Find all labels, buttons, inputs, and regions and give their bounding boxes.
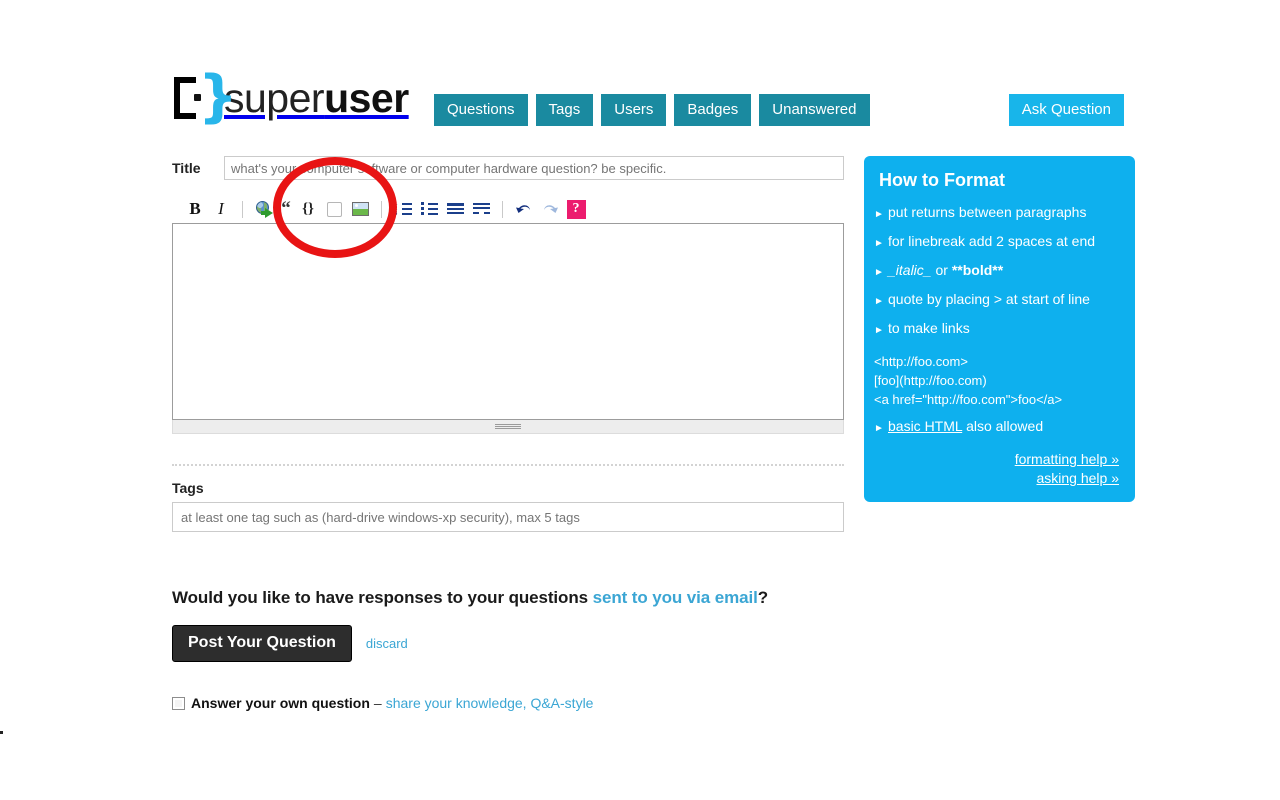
blockquote-icon[interactable]: “ xyxy=(277,198,295,220)
how-to-format-panel: How to Format ► put returns between parag… xyxy=(864,156,1135,502)
italic-icon[interactable]: I xyxy=(208,198,234,220)
basic-html-rest: also allowed xyxy=(966,418,1044,434)
markdown-editor: B I “ {} 1 2 3 ? xyxy=(172,195,844,434)
image-icon[interactable] xyxy=(347,198,373,220)
ask-question-form: Title B I “ {} xyxy=(172,156,844,711)
ask-question-button[interactable]: Ask Question xyxy=(1008,94,1124,126)
discard-link[interactable]: discard xyxy=(366,636,408,651)
toolbar-separator-3 xyxy=(502,200,503,218)
bullet-arrow-icon: ► xyxy=(874,296,884,307)
answer-own-question-dash: – xyxy=(373,695,382,711)
help-links: formatting help » asking help » xyxy=(874,450,1119,488)
how-to-format-list: ► put returns between paragraphs ► for lin… xyxy=(874,199,1119,344)
logo-text: superuser xyxy=(224,74,409,121)
format-tip-5: ► to make links xyxy=(874,315,1119,344)
format-tip-3: ►_italic_ or **bold**_italic_ or **bold*… xyxy=(874,257,1119,286)
toolbar-separator-1 xyxy=(242,200,243,218)
link-syntax-examples: <http://foo.com> [foo](http://foo.com) <… xyxy=(874,352,1119,409)
format-tip-2-text: for linebreak add 2 spaces at end xyxy=(888,233,1096,249)
bullet-arrow-icon: ► xyxy=(874,209,884,220)
bullet-arrow-icon: ► xyxy=(874,238,884,249)
post-row: Post Your Question discard xyxy=(172,625,844,662)
help-icon[interactable]: ? xyxy=(563,198,589,220)
format-tip-6: ► basic HTML also allowed xyxy=(874,413,1119,442)
tags-input[interactable] xyxy=(172,502,844,532)
bullet-arrow-icon: ► xyxy=(874,325,884,336)
title-input[interactable] xyxy=(224,156,844,180)
answer-own-question-link[interactable]: share your knowledge, Q&A-style xyxy=(386,695,594,711)
help-icon-label: ? xyxy=(566,199,586,219)
undo-icon[interactable] xyxy=(511,198,537,220)
answer-own-question-row: Answer your own question – share your kn… xyxy=(172,695,844,711)
format-tip-4: ► quote by placing > at start of line xyxy=(874,286,1119,315)
bold-icon[interactable]: B xyxy=(182,198,208,220)
email-notice-link[interactable]: sent to you via email xyxy=(593,588,758,607)
edge-mark xyxy=(0,731,3,734)
site-header: } superuser Questions Tags Users Badges … xyxy=(172,69,1128,126)
horizontal-rule-icon[interactable] xyxy=(468,198,494,220)
format-tip-3-italic: _italic_ xyxy=(888,262,932,278)
heading-icon[interactable] xyxy=(442,198,468,220)
email-notice-suffix: ? xyxy=(757,588,769,607)
sidebar: How to Format ► put returns between parag… xyxy=(864,156,1135,502)
link-syntax-2: [foo](http://foo.com) xyxy=(874,373,987,388)
formatting-help-link[interactable]: formatting help » xyxy=(874,450,1119,469)
email-notice: Would you like to have responses to your… xyxy=(172,588,844,608)
blank-box-icon[interactable] xyxy=(321,198,347,220)
logo-text-suffix: user xyxy=(324,74,409,121)
email-notice-prefix: Would you like to have responses to your… xyxy=(172,588,593,607)
code-icon[interactable]: {} xyxy=(295,198,321,220)
question-body-textarea[interactable] xyxy=(172,223,844,420)
link-syntax-3: <a href="http://foo.com">foo</a> xyxy=(874,392,1063,407)
format-tip-1: ► put returns between paragraphs xyxy=(874,199,1119,228)
nav-tags[interactable]: Tags xyxy=(535,94,594,126)
basic-html-link[interactable]: basic HTML xyxy=(888,418,962,434)
section-divider xyxy=(172,464,844,466)
link-syntax-1: <http://foo.com> xyxy=(874,354,968,369)
bullet-arrow-icon: ► xyxy=(874,267,884,278)
format-tip-4-text: quote by placing > at start of line xyxy=(888,291,1090,307)
bulleted-list-icon[interactable] xyxy=(416,198,442,220)
site-logo[interactable]: } superuser xyxy=(172,69,409,125)
format-tip-3-bold: **bold** xyxy=(951,262,1004,278)
tags-label: Tags xyxy=(172,480,204,496)
nav-questions[interactable]: Questions xyxy=(434,94,528,126)
nav-users[interactable]: Users xyxy=(601,94,667,126)
logo-text-prefix: super xyxy=(224,74,325,121)
page-root: } superuser Questions Tags Users Badges … xyxy=(0,0,1280,800)
post-question-button[interactable]: Post Your Question xyxy=(172,625,352,662)
format-tip-5-text: to make links xyxy=(888,320,970,336)
bracket-brace-logo-icon: } xyxy=(172,69,238,125)
editor-toolbar: B I “ {} 1 2 3 ? xyxy=(172,195,844,223)
numbered-list-icon[interactable]: 1 2 3 xyxy=(390,198,416,220)
nav-unanswered[interactable]: Unanswered xyxy=(759,94,870,126)
how-to-format-list-2: ► basic HTML also allowed xyxy=(874,413,1119,442)
format-tip-1-text: put returns between paragraphs xyxy=(888,204,1087,220)
redo-icon[interactable] xyxy=(537,198,563,220)
bullet-arrow-icon: ► xyxy=(874,423,884,434)
format-tip-2: ► for linebreak add 2 spaces at end xyxy=(874,228,1119,257)
hyperlink-globe-icon[interactable] xyxy=(251,198,277,220)
main-nav: Questions Tags Users Badges Unanswered xyxy=(434,94,870,126)
nav-badges[interactable]: Badges xyxy=(674,94,752,126)
answer-own-question-checkbox[interactable] xyxy=(172,696,185,710)
editor-resize-grip[interactable] xyxy=(172,420,844,434)
title-row: Title xyxy=(172,156,844,180)
toolbar-separator-2 xyxy=(381,200,382,218)
title-label: Title xyxy=(172,160,201,176)
how-to-format-title: How to Format xyxy=(879,170,1005,190)
asking-help-link[interactable]: asking help » xyxy=(874,469,1119,488)
answer-own-question-label: Answer your own question xyxy=(191,695,370,711)
